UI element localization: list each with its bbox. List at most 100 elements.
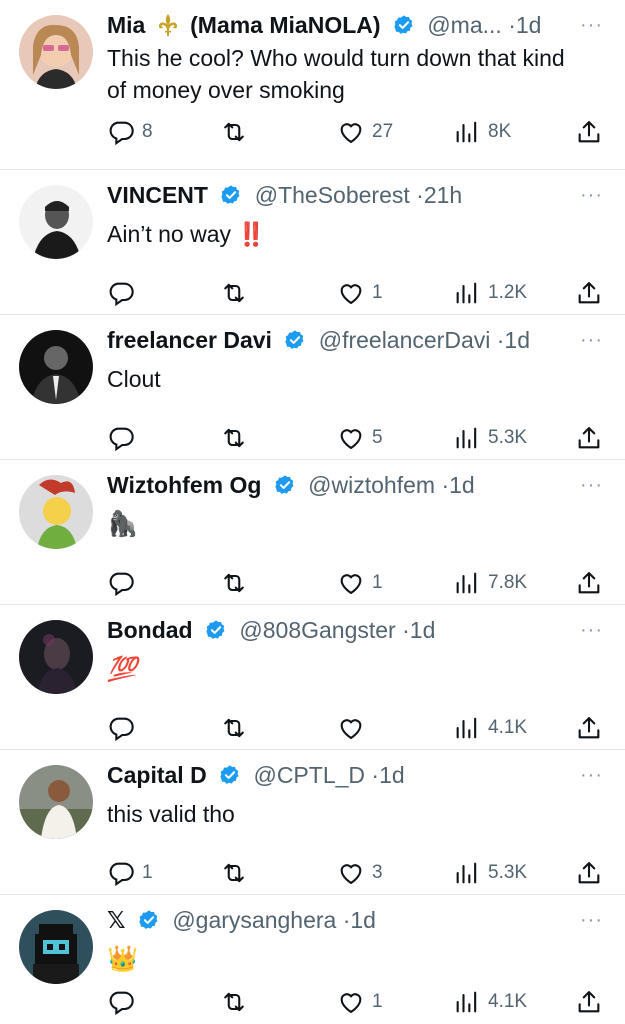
views-bar-chart-icon [456, 121, 477, 143]
like-button[interactable]: 1 [337, 277, 383, 309]
more-dots-icon[interactable]: ··· [580, 613, 603, 647]
like-count: 5 [372, 427, 383, 448]
like-button[interactable] [337, 712, 372, 744]
retweet-icon [224, 573, 244, 593]
views-button[interactable]: 1.2K [453, 277, 527, 309]
heart-icon [340, 993, 362, 1013]
share-icon [578, 282, 600, 304]
reply-button[interactable] [107, 277, 142, 309]
like-count: 3 [372, 862, 383, 883]
tweet-header: Bondad @808Gangster ·1d [107, 613, 555, 647]
share-button[interactable] [575, 857, 603, 889]
timestamp[interactable]: 1d [410, 617, 436, 643]
views-bar-chart-icon [456, 991, 477, 1013]
share-button[interactable] [575, 116, 603, 148]
retweet-button[interactable] [220, 986, 248, 1018]
heart-icon [340, 284, 362, 304]
views-button[interactable]: 7.8K [453, 567, 527, 599]
retweet-button[interactable] [220, 277, 248, 309]
retweet-button[interactable] [220, 857, 248, 889]
more-dots-icon[interactable]: ··· [580, 323, 603, 357]
avatar[interactable] [19, 475, 93, 549]
retweet-button[interactable] [220, 422, 248, 454]
reply-button[interactable] [107, 712, 142, 744]
tweet[interactable]: VINCENT @TheSoberest ·21h ··· Ain’t no w… [0, 170, 625, 315]
display-name[interactable]: Wiztohfem Og [107, 472, 261, 498]
avatar[interactable] [19, 620, 93, 694]
display-name[interactable]: Mia [107, 12, 145, 38]
avatar[interactable] [19, 765, 93, 839]
reply-button[interactable]: 8 [107, 116, 153, 148]
views-button[interactable]: 8K [453, 116, 511, 148]
reply-button[interactable] [107, 567, 142, 599]
share-button[interactable] [575, 422, 603, 454]
more-dots-icon[interactable]: ··· [580, 8, 603, 42]
timestamp[interactable]: 1d [504, 327, 530, 353]
reply-icon [109, 862, 134, 887]
verified-badge-icon [206, 620, 225, 639]
display-name[interactable]: VINCENT [107, 182, 208, 208]
more-dots-icon[interactable]: ··· [580, 468, 603, 502]
tweet-text: this valid tho [107, 801, 235, 827]
timestamp[interactable]: 1d [379, 762, 405, 788]
reply-button[interactable] [107, 422, 142, 454]
double-exclamation-emoji: ‼️ [237, 222, 267, 248]
share-button[interactable] [575, 567, 603, 599]
display-name[interactable]: 𝕏 [107, 907, 126, 933]
retweet-button[interactable] [220, 116, 248, 148]
user-handle[interactable]: @CPTL_D [253, 762, 365, 788]
user-handle[interactable]: @wiztohfem [308, 472, 435, 498]
user-handle[interactable]: @TheSoberest [255, 182, 410, 208]
more-dots-icon[interactable]: ··· [580, 903, 603, 937]
like-button[interactable]: 1 [337, 567, 383, 599]
reply-icon [109, 121, 134, 146]
retweet-icon [224, 283, 244, 303]
more-dots-icon[interactable]: ··· [580, 178, 603, 212]
avatar[interactable] [19, 910, 93, 984]
display-name[interactable]: Bondad [107, 617, 193, 643]
reply-button[interactable] [107, 986, 142, 1018]
tweet[interactable]: 𝕏 @garysanghera ·1d ··· 👑 1 4.1K [0, 895, 625, 1024]
avatar[interactable] [19, 330, 93, 404]
like-button[interactable]: 3 [337, 857, 383, 889]
timestamp[interactable]: 1d [516, 12, 542, 38]
share-button[interactable] [575, 277, 603, 309]
timestamp[interactable]: 1d [350, 907, 376, 933]
separator-dot: · [402, 617, 410, 643]
avatar[interactable] [19, 15, 93, 89]
user-handle[interactable]: @808Gangster [239, 617, 395, 643]
like-button[interactable]: 27 [337, 116, 393, 148]
views-button[interactable]: 4.1K [453, 986, 527, 1018]
reply-icon [109, 572, 134, 597]
views-button[interactable]: 4.1K [453, 712, 527, 744]
more-dots-icon[interactable]: ··· [580, 758, 603, 792]
share-button[interactable] [575, 986, 603, 1018]
views-button[interactable]: 5.3K [453, 422, 527, 454]
retweet-button[interactable] [220, 712, 248, 744]
avatar[interactable] [19, 185, 93, 259]
reply-button[interactable]: 1 [107, 857, 153, 889]
tweet-header: freelancer Davi @freelancerDavi ·1d [107, 323, 555, 357]
display-name[interactable]: Capital D [107, 762, 207, 788]
display-name[interactable]: freelancer Davi [107, 327, 272, 353]
share-button[interactable] [575, 712, 603, 744]
retweet-button[interactable] [220, 567, 248, 599]
timestamp[interactable]: 21h [424, 182, 462, 208]
retweet-icon [224, 863, 244, 883]
views-bar-chart-icon [456, 572, 477, 594]
user-handle[interactable]: @garysanghera [172, 907, 336, 933]
tweet[interactable]: Wiztohfem Og @wiztohfem ·1d ··· 🦍 1 7.8K [0, 460, 625, 605]
views-bar-chart-icon [456, 282, 477, 304]
user-handle[interactable]: @freelancerDavi [319, 327, 491, 353]
tweet[interactable]: Bondad @808Gangster ·1d ··· 💯 4.1K [0, 605, 625, 750]
views-button[interactable]: 5.3K [453, 857, 527, 889]
fleur-de-lis-icon [156, 12, 180, 36]
tweet[interactable]: Capital D @CPTL_D ·1d ··· this valid tho… [0, 750, 625, 895]
like-button[interactable]: 1 [337, 986, 383, 1018]
tweet[interactable]: Mia (Mama MiaNOLA) @ma... ·1d ··· This h… [0, 0, 625, 170]
views-bar-chart-icon [456, 427, 477, 449]
tweet[interactable]: freelancer Davi @freelancerDavi ·1d ··· … [0, 315, 625, 460]
like-button[interactable]: 5 [337, 422, 383, 454]
user-handle[interactable]: @ma... [427, 12, 501, 38]
timestamp[interactable]: 1d [449, 472, 475, 498]
